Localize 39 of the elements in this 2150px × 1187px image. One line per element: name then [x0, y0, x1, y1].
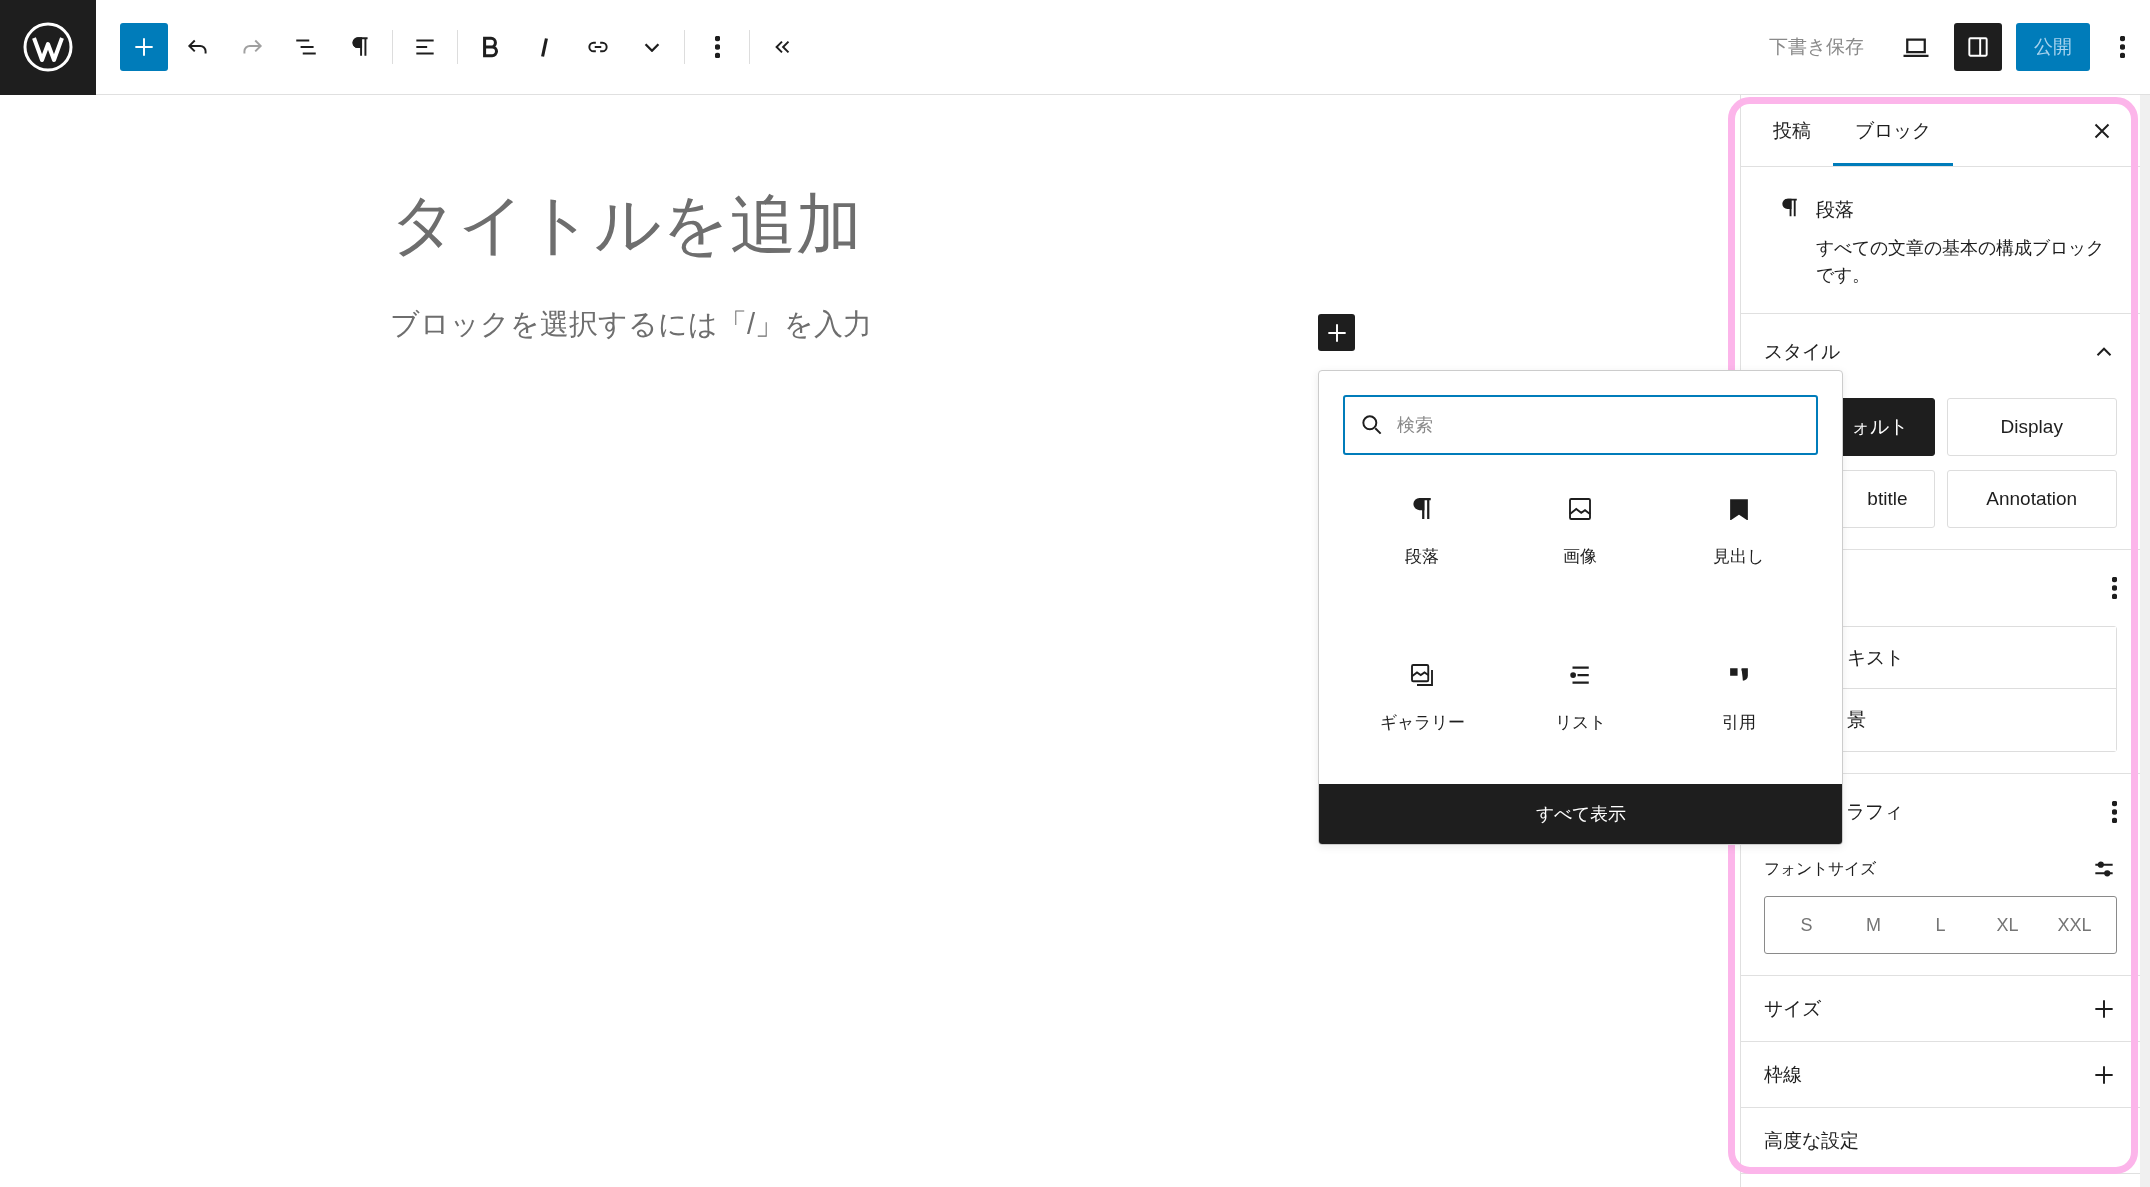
quote-icon [1729, 668, 1748, 681]
block-type-item[interactable]: 段落 [1343, 485, 1502, 619]
block-type-item[interactable]: リスト [1501, 650, 1660, 784]
block-description: すべての文章の基本の構成ブロックです。 [1816, 237, 2105, 287]
style-option[interactable]: Display [1946, 398, 2117, 456]
chevron-down-icon [644, 42, 660, 52]
browse-all-button[interactable]: すべて表示 [1319, 784, 1842, 844]
font-size-option[interactable]: M [1840, 905, 1907, 945]
panel-title[interactable]: スタイル [1764, 339, 1840, 365]
logo-icon [22, 21, 74, 73]
sidebar-tab[interactable]: ブロック [1833, 95, 1953, 166]
more-options-icon [2112, 801, 2117, 823]
font-size-option[interactable]: XXL [2041, 905, 2108, 945]
search-field[interactable]: 検索 [1343, 395, 1818, 455]
scrollbar[interactable] [2140, 95, 2150, 1187]
style-option[interactable]: Annotation [1946, 470, 2117, 528]
title-placeholder[interactable]: タイトルを追加 [390, 187, 1740, 263]
font-size-label: フォントサイズ [1764, 858, 1876, 879]
logo[interactable] [0, 0, 96, 95]
block-type-item[interactable]: ギャラリー [1343, 650, 1502, 784]
font-size-option[interactable]: L [1907, 905, 1974, 945]
more-options-icon [2119, 36, 2125, 58]
panel-title[interactable]: 高度な設定 [1764, 1127, 1859, 1154]
block-type-item[interactable]: 画像 [1501, 485, 1660, 619]
italic-icon [539, 36, 549, 58]
settings-toggle-button[interactable] [1954, 23, 2002, 71]
paragraph-placeholder[interactable]: ブロックを選択するには「/」を入力 [390, 304, 873, 345]
sidebar-icon [1965, 34, 1991, 60]
sidebar-tab[interactable]: 投稿 [1751, 95, 1833, 166]
more-options-icon [714, 36, 720, 58]
font-size-option[interactable]: S [1773, 905, 1840, 945]
font-size-option[interactable]: XL [1974, 905, 2041, 945]
panel-title[interactable]: サイズ [1764, 995, 1821, 1022]
more-options-icon [2112, 577, 2117, 599]
block-name: 段落 [1816, 198, 1855, 222]
panel-title[interactable]: 枠線 [1764, 1061, 1802, 1088]
bookmark-icon [1729, 498, 1748, 520]
add-block-button[interactable] [1318, 314, 1355, 351]
panel-title[interactable]: ラフィ [1846, 799, 1903, 825]
